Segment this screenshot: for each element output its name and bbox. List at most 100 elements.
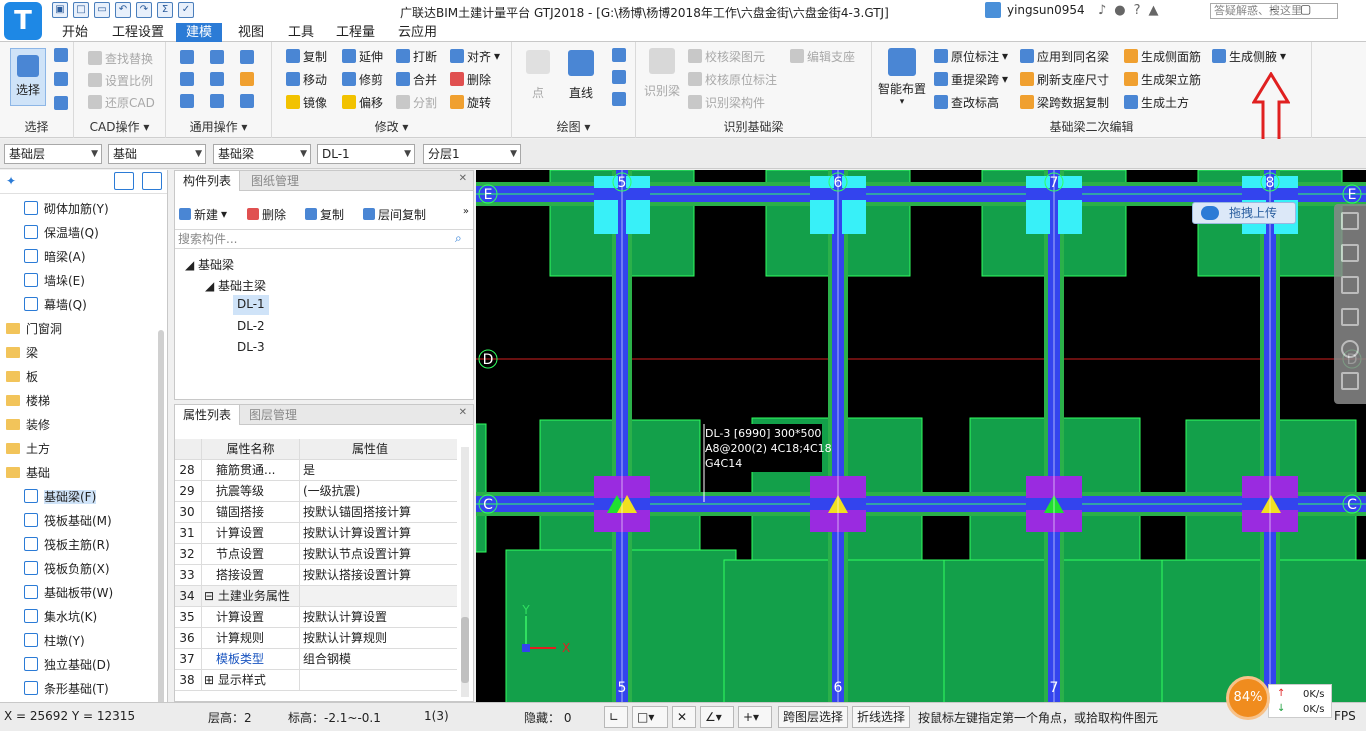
pile-cap[interactable] xyxy=(476,423,487,553)
offset-snap-icon[interactable]: +▾ xyxy=(738,706,772,728)
line-button[interactable]: 直线 xyxy=(568,50,594,101)
property-value[interactable]: 按默认锚固搭接计算 xyxy=(299,502,437,522)
memory-usage-badge[interactable]: 84% xyxy=(1226,676,1270,720)
bell-icon[interactable]: ♪ xyxy=(1098,3,1106,18)
expand-icon[interactable]: ⊞ xyxy=(204,673,218,687)
cross-layer-select-button[interactable]: 跨图层选择 xyxy=(778,706,849,728)
generate-earthwork-button[interactable]: 生成土方 xyxy=(1124,92,1189,112)
component-search-input[interactable]: 搜索构件... xyxy=(175,229,473,249)
property-value[interactable]: 是 xyxy=(299,460,437,480)
delete-component-button[interactable]: 删除 xyxy=(247,204,286,224)
tab-cloud[interactable]: 云应用 xyxy=(388,23,447,42)
property-row[interactable]: 34 ⊟ 土建业务属性 xyxy=(175,586,457,607)
erection-rebar-button[interactable]: 生成架立筋 xyxy=(1124,69,1201,89)
close-icon[interactable]: ✕ xyxy=(459,407,467,418)
nav-tree-item[interactable]: 幕墙(Q) xyxy=(0,293,166,317)
angle-snap-icon[interactable]: ∠▾ xyxy=(700,706,734,728)
batch-select-icon[interactable] xyxy=(54,72,68,86)
smart-layout-button[interactable]: 智能布置 ▾ xyxy=(878,48,926,107)
axis-icon[interactable] xyxy=(210,94,224,108)
copy-button[interactable]: 复制 xyxy=(286,46,327,66)
layer-icon[interactable] xyxy=(180,50,194,64)
offset-button[interactable]: 偏移 xyxy=(342,92,383,112)
tab-modeling[interactable]: 建模 xyxy=(176,23,223,42)
nav-tree-item[interactable]: 筏板基础(M) xyxy=(0,509,166,533)
nav-tree-item[interactable]: 筏板主筋(R) xyxy=(0,533,166,557)
find-replace-button[interactable]: 查找替换 xyxy=(88,48,153,68)
rectangle-icon[interactable] xyxy=(612,92,626,106)
property-value[interactable]: 按默认计算设置 xyxy=(299,607,437,627)
nav-tree-folder[interactable]: 梁 xyxy=(0,341,166,365)
more-icon[interactable]: » xyxy=(463,206,469,217)
property-row[interactable]: 32 节点设置 按默认节点设置计算 xyxy=(175,544,457,565)
check-beam-button[interactable]: 校核梁图元 xyxy=(688,46,765,66)
minimize-icon[interactable]: – xyxy=(1270,2,1276,16)
maximize-icon[interactable]: ▢ xyxy=(1300,2,1311,16)
property-value[interactable]: 按默认搭接设置计算 xyxy=(299,565,437,585)
view-grid-icon[interactable] xyxy=(1341,372,1359,390)
nav-tree-item[interactable]: 柱墩(Y) xyxy=(0,629,166,653)
dynamic-input-icon[interactable]: ✕ xyxy=(672,706,696,728)
property-row[interactable]: 31 计算设置 按默认计算设置计算 xyxy=(175,523,457,544)
view-box-icon[interactable] xyxy=(1341,308,1359,326)
identify-component-button[interactable]: 识别梁构件 xyxy=(688,92,765,112)
redo-icon[interactable]: ↷ xyxy=(136,2,152,18)
property-value[interactable]: 按默认计算设置计算 xyxy=(299,523,437,543)
open-folder-icon[interactable]: ▭ xyxy=(94,2,110,18)
chat-icon[interactable]: ● xyxy=(1114,3,1125,18)
property-scrollbar[interactable] xyxy=(461,447,469,697)
align-button[interactable]: 对齐 ▾ xyxy=(450,46,500,66)
trim-button[interactable]: 修剪 xyxy=(342,69,383,89)
tree-root-foundation-beam[interactable]: ◢ 基础梁 xyxy=(185,256,234,273)
cloud-icon[interactable] xyxy=(180,72,194,86)
point-button[interactable]: 点 xyxy=(526,50,550,101)
nav-tree-item[interactable]: 条形基础(T) xyxy=(0,677,166,701)
restore-cad-button[interactable]: 还原CAD xyxy=(88,92,155,112)
drag-upload-button[interactable]: 拖拽上传 xyxy=(1192,202,1296,224)
foundation-plan-drawing[interactable]: 5 6 7 8 5 6 7 E D C E D C DL-3 [6990] 30… xyxy=(476,170,1366,702)
property-row[interactable]: 29 抗震等级 (一级抗震) xyxy=(175,481,457,502)
tab-view[interactable]: 视图 xyxy=(228,23,274,42)
tab-project-settings[interactable]: 工程设置 xyxy=(102,23,174,42)
delete-button[interactable]: 删除 xyxy=(450,69,491,89)
merge-button[interactable]: 合并 xyxy=(396,69,437,89)
new-component-button[interactable]: 新建 ▾ xyxy=(179,204,227,224)
circle-icon[interactable] xyxy=(612,70,626,84)
nav-tree-item[interactable]: 基础梁(F) xyxy=(0,485,166,509)
pick-icon[interactable] xyxy=(54,48,68,62)
mirror-button[interactable]: 镜像 xyxy=(286,92,327,112)
nav-tree-item[interactable]: 集水坑(K) xyxy=(0,605,166,629)
nav-tree-folder[interactable]: 板 xyxy=(0,365,166,389)
property-row[interactable]: 33 搭接设置 按默认搭接设置计算 xyxy=(175,565,457,586)
identify-beam-button[interactable]: 识别梁 xyxy=(644,48,680,99)
select-button[interactable]: 选择 xyxy=(10,48,46,106)
grid-view-icon[interactable] xyxy=(142,172,162,190)
nav-tree-item[interactable]: 砌体加筋(Y) xyxy=(0,197,166,221)
copy-layer-icon[interactable] xyxy=(210,72,224,86)
type-select[interactable]: 基础梁 ▼ xyxy=(213,144,311,164)
nav-tree-folder[interactable]: 土方 xyxy=(0,437,166,461)
tree-item-dl-3[interactable]: DL-3 xyxy=(237,340,265,354)
help-icon[interactable]: ? xyxy=(1134,3,1141,18)
apply-same-name-button[interactable]: 应用到同名梁 xyxy=(1020,46,1109,66)
property-row[interactable]: 28 箍筋贯通... 是 xyxy=(175,460,457,481)
new-file-icon[interactable]: □ xyxy=(73,2,89,18)
tab-start[interactable]: 开始 xyxy=(52,23,98,42)
search-icon[interactable]: ⌕ xyxy=(455,231,462,246)
calc-icon[interactable]: Σ xyxy=(157,2,173,18)
username[interactable]: yingsun0954 xyxy=(1007,3,1085,17)
nav-tree-folder[interactable]: 门窗洞 xyxy=(0,317,166,341)
nav-tree-item[interactable]: 暗梁(A) xyxy=(0,245,166,269)
tab-tools[interactable]: 工具 xyxy=(278,23,324,42)
nav-tree-item[interactable]: 筏板负筋(X) xyxy=(0,557,166,581)
sublayer-select[interactable]: 分层1 ▼ xyxy=(423,144,521,164)
view-cube-icon[interactable] xyxy=(1341,244,1359,262)
break-button[interactable]: 打断 xyxy=(396,46,437,66)
avatar[interactable] xyxy=(985,2,1001,18)
nav-tree-item[interactable]: 墙垛(E) xyxy=(0,269,166,293)
copy-span-data-button[interactable]: 梁跨数据复制 xyxy=(1020,92,1109,112)
tab-drawing-management[interactable]: 图纸管理 xyxy=(243,171,307,191)
shirt-icon[interactable]: ▲ xyxy=(1149,3,1159,18)
tab-quantities[interactable]: 工程量 xyxy=(326,23,385,42)
view-plan-icon[interactable] xyxy=(1341,276,1359,294)
